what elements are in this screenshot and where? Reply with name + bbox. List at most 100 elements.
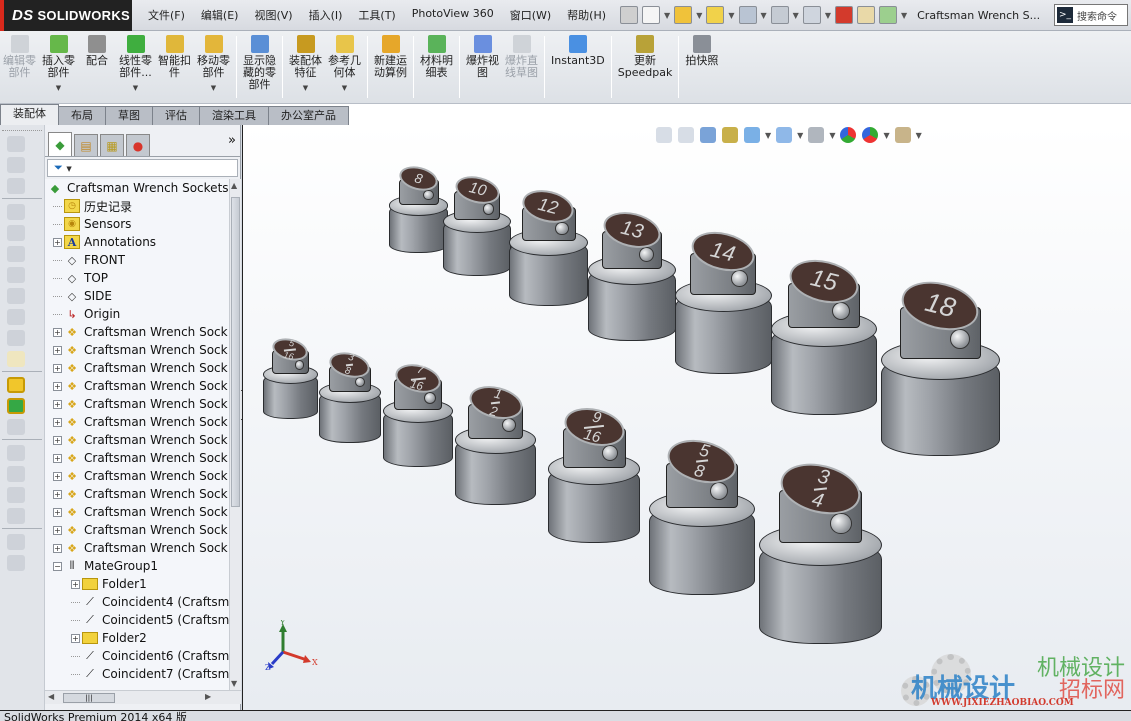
phone-strip-icon[interactable]: [7, 351, 25, 367]
tree-item[interactable]: ◉ Sensors: [45, 215, 229, 233]
menu-item[interactable]: PhotoView 360: [404, 7, 502, 23]
tab-5[interactable]: 办公室产品: [268, 106, 349, 125]
pin-icon[interactable]: [620, 6, 639, 24]
tree-item[interactable]: + ❖ Craftsman Wrench Sock: [45, 377, 229, 395]
socket-part[interactable]: 12: [455, 380, 537, 506]
tree-item[interactable]: + ❖ Craftsman Wrench Sock: [45, 395, 229, 413]
reference-geometry-button[interactable]: 参考几 何体 ▼: [325, 31, 364, 94]
scroll-thumb[interactable]: |||: [63, 693, 115, 703]
take-snapshot-button[interactable]: 拍快照: [682, 31, 721, 67]
tab-4[interactable]: 渲染工具: [199, 106, 269, 125]
dropdown-arrow-icon[interactable]: ▼: [696, 11, 702, 20]
view-settings-icon[interactable]: [894, 127, 911, 143]
menu-item[interactable]: 编辑(E): [193, 7, 247, 23]
move-component-button[interactable]: 移动零 部件 ▼: [194, 31, 233, 94]
expand-icon[interactable]: +: [71, 579, 80, 589]
expand-icon[interactable]: +: [53, 507, 62, 517]
pattern-strip-icon[interactable]: [7, 419, 25, 435]
search-commands-input[interactable]: >_ 搜索命令: [1054, 4, 1128, 26]
expand-more-icon[interactable]: »: [228, 133, 236, 148]
dropdown-arrow-icon[interactable]: ▼: [728, 11, 734, 20]
tab-2[interactable]: 草图: [105, 106, 153, 125]
new-document-icon[interactable]: [642, 6, 661, 24]
scroll-down-icon[interactable]: ▼: [231, 679, 237, 688]
show-hidden-components-button[interactable]: 显示隐 藏的零 部件: [240, 31, 279, 91]
menu-item[interactable]: 帮助(H): [559, 7, 614, 23]
menu-item[interactable]: 窗口(W): [502, 7, 559, 23]
display-dropdown-icon[interactable]: [7, 330, 25, 346]
socket-part[interactable]: 13: [588, 206, 676, 341]
expand-icon[interactable]: +: [53, 237, 62, 247]
options-list-icon[interactable]: [878, 6, 897, 24]
dropdown-arrow-icon[interactable]: ▼: [211, 82, 216, 94]
tree-item[interactable]: + ❖ Craftsman Wrench Sock: [45, 359, 229, 377]
tree-filter-input[interactable]: ⏷ ▼: [47, 159, 238, 177]
displaymanager-tab[interactable]: ●: [126, 134, 150, 156]
dropdown-arrow-icon[interactable]: ▼: [765, 131, 771, 140]
component-strip-icon[interactable]: [7, 157, 25, 173]
tree-item[interactable]: + ❖ Craftsman Wrench Sock: [45, 521, 229, 539]
apply-scene-icon[interactable]: [862, 127, 879, 143]
tree-item[interactable]: ⟋ Coincident7 (Craftsm: [45, 665, 229, 683]
socket-part[interactable]: 38: [319, 348, 381, 443]
dropdown-arrow-icon[interactable]: ▼: [303, 82, 308, 94]
expand-icon[interactable]: +: [53, 453, 62, 463]
menu-item[interactable]: 插入(I): [301, 7, 351, 23]
edit-appearance-icon[interactable]: [840, 127, 857, 143]
socket-part[interactable]: 18: [881, 274, 1000, 456]
down-align-icon[interactable]: [7, 445, 25, 461]
menu-item[interactable]: 视图(V): [246, 7, 300, 23]
tab-3[interactable]: 评估: [152, 106, 200, 125]
up-align-icon[interactable]: [7, 466, 25, 482]
expand-icon[interactable]: +: [53, 471, 62, 481]
display-style-icon[interactable]: [776, 127, 793, 143]
expand-icon[interactable]: +: [53, 327, 62, 337]
expand-icon[interactable]: +: [53, 525, 62, 535]
dropdown-arrow-icon[interactable]: ▼: [342, 82, 347, 94]
motion-strip-icon[interactable]: [7, 288, 25, 304]
tree-item[interactable]: + ❖ Craftsman Wrench Sock: [45, 449, 229, 467]
insert-component-button[interactable]: 插入零 部件 ▼: [39, 31, 78, 94]
exploded-view-button[interactable]: 爆炸视 图: [463, 31, 502, 79]
collapse-icon[interactable]: −: [53, 561, 62, 571]
propertymanager-tab[interactable]: ▤: [74, 134, 98, 156]
view-orientation-icon[interactable]: [744, 127, 760, 143]
tree-item[interactable]: + A Annotations: [45, 233, 229, 251]
tree-item[interactable]: + ❖ Craftsman Wrench Sock: [45, 539, 229, 557]
socket-part[interactable]: 14: [675, 225, 772, 374]
undo-icon[interactable]: [770, 6, 789, 24]
rebuild-warning-icon[interactable]: [706, 6, 725, 24]
file-properties-icon[interactable]: [856, 6, 875, 24]
select-pointer-icon[interactable]: [802, 6, 821, 24]
expand-icon[interactable]: +: [53, 345, 62, 355]
dropdown-arrow-icon[interactable]: ▼: [825, 11, 831, 20]
tree-item[interactable]: + ❖ Craftsman Wrench Sock: [45, 431, 229, 449]
solidworks-logo[interactable]: DS SOLIDWORKS: [0, 0, 132, 31]
dropdown-arrow-icon[interactable]: ▼: [901, 11, 907, 20]
tree-item[interactable]: ↳ Origin: [45, 305, 229, 323]
sweep-strip-icon[interactable]: [7, 267, 25, 283]
explode-line-sketch-button[interactable]: 爆炸直 线草图: [502, 31, 541, 79]
tree-item[interactable]: − ⫴ MateGroup1: [45, 557, 229, 575]
expand-icon[interactable]: +: [71, 633, 80, 643]
expand-icon[interactable]: +: [53, 399, 62, 409]
open-folder-icon[interactable]: [674, 6, 693, 24]
tree-item[interactable]: ◷ 历史记录: [45, 197, 229, 215]
scroll-right-icon[interactable]: ▶: [205, 692, 211, 701]
tab-1[interactable]: 布局: [58, 106, 106, 125]
new-motion-study-button[interactable]: 新建运 动算例: [371, 31, 410, 79]
assembly-features-button[interactable]: 装配体 特征 ▼: [286, 31, 325, 94]
graphics-area[interactable]: ▼ ▼ ▼ ▼ ▼ 8 10 12 13 14 15 18 5 16 3 8 7 16 1 2 9 16 5 8 3 4 Y X…: [242, 125, 1131, 710]
tree-item[interactable]: + Folder2: [45, 629, 229, 647]
zoom-to-area-icon[interactable]: [678, 127, 694, 143]
socket-part[interactable]: 34: [759, 455, 883, 645]
tree-item[interactable]: + ❖ Craftsman Wrench Sock: [45, 413, 229, 431]
rotate-strip-icon[interactable]: [7, 555, 25, 571]
socket-part[interactable]: 9 16: [548, 402, 641, 544]
view-strip-icon[interactable]: [7, 309, 25, 325]
tree-item[interactable]: ◆ Craftsman Wrench Sockets: [45, 179, 229, 197]
update-speedpak-button[interactable]: 更新 Speedpak: [615, 31, 676, 79]
tree-horizontal-scrollbar[interactable]: ◀ ||| ▶: [45, 690, 241, 704]
socket-part[interactable]: 8: [389, 162, 449, 254]
expand-icon[interactable]: +: [53, 417, 62, 427]
